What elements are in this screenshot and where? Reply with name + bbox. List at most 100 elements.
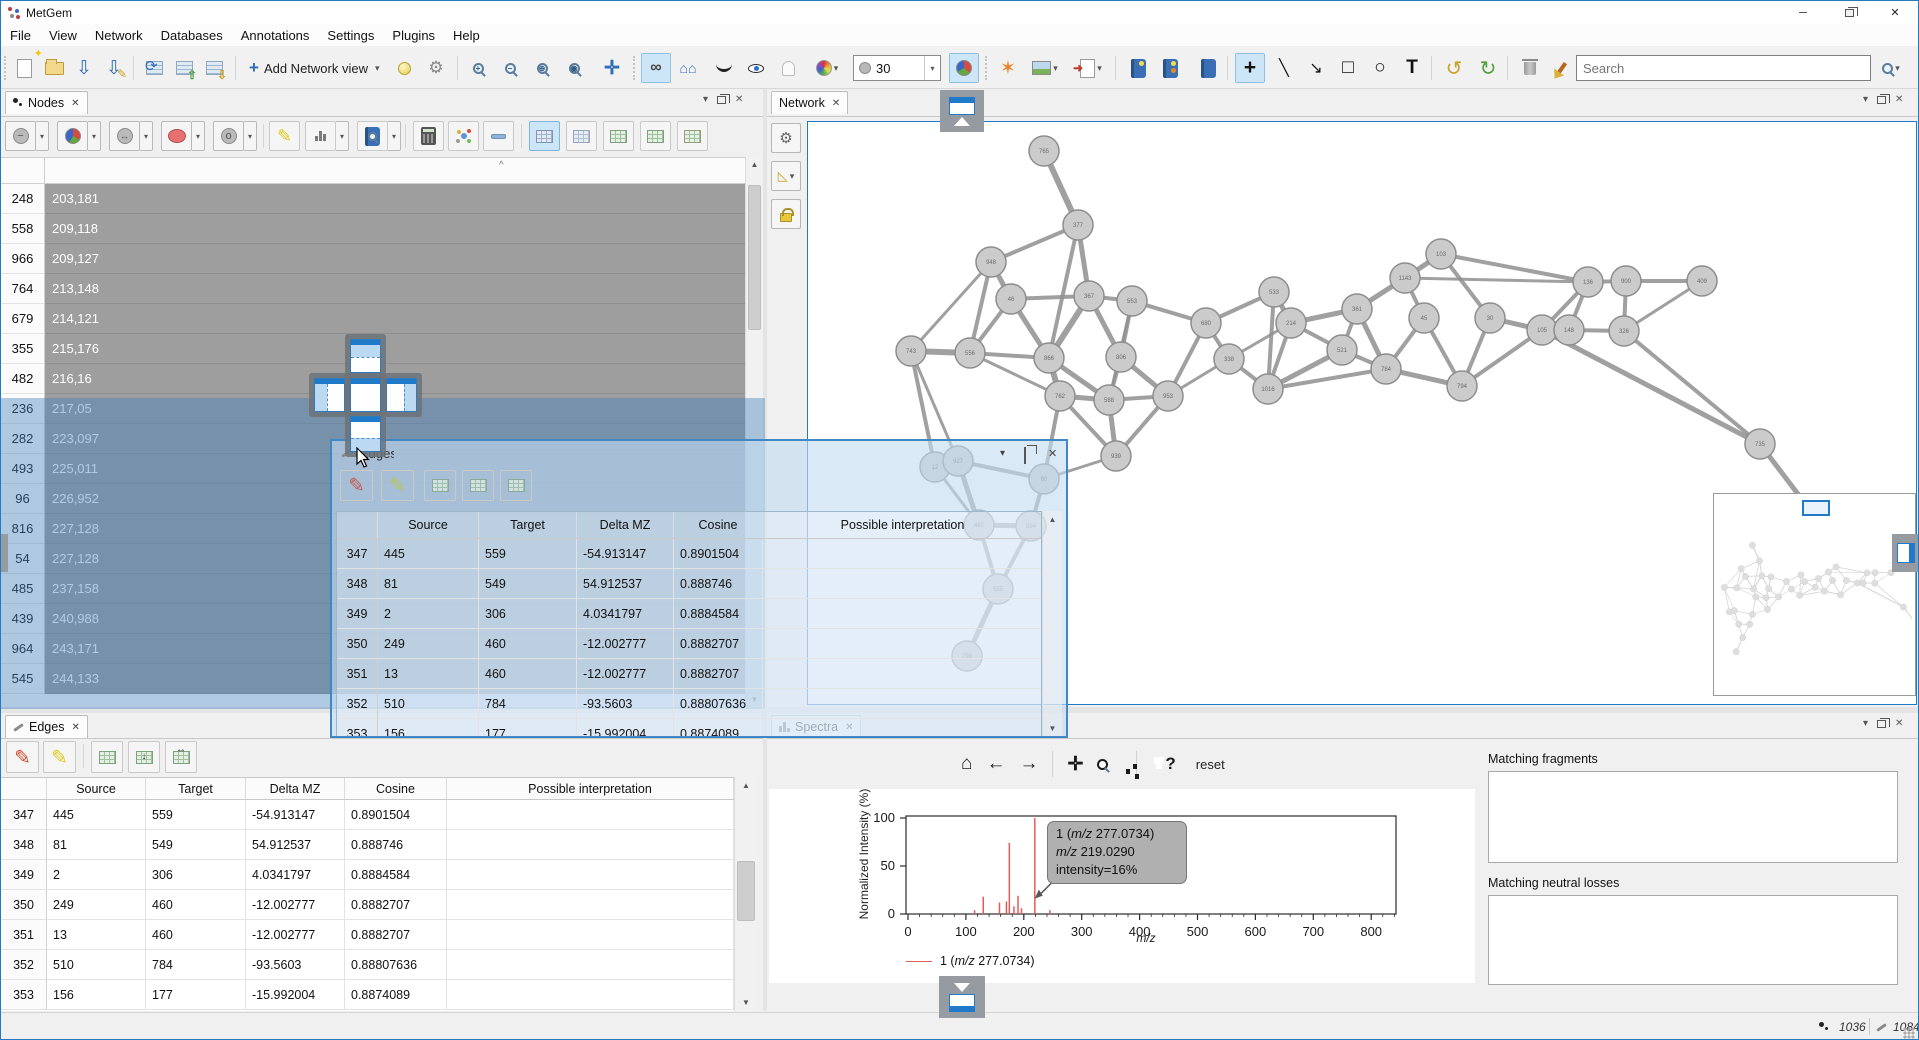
dock-indicator-bottom[interactable] [939, 976, 985, 1018]
refresh-data-button[interactable]: ⟳ [139, 53, 169, 83]
calculator-button[interactable] [413, 121, 444, 151]
edge-yellow-pen-button[interactable]: ✎ [381, 470, 414, 501]
highlighter-button[interactable]: ✎ [269, 121, 300, 151]
undo-button[interactable]: ↺ [1439, 53, 1469, 83]
column-header[interactable]: Cosine [345, 778, 447, 799]
zoom-selection-button[interactable]: ◉ [559, 53, 589, 83]
column-header[interactable]: Source [47, 778, 146, 799]
dock-menu-icon[interactable]: ▾ [1000, 448, 1005, 459]
move-tool-button[interactable]: + [1235, 53, 1265, 83]
color-nodes-button[interactable]: ▾ [807, 53, 847, 83]
table-row[interactable]: 347445559-54.9131470.8901504 [1, 800, 734, 830]
search-button[interactable]: ▾ [1878, 55, 1904, 81]
ellipse-tool-button[interactable]: ○ [1365, 53, 1395, 83]
export-report-button[interactable]: ➜▾ [1071, 53, 1111, 83]
table-row[interactable]: 350249460-12.0027770.8882707 [337, 629, 1041, 659]
column-header[interactable]: Delta MZ [246, 778, 345, 799]
table-row[interactable]: 679214,121 [1, 304, 745, 334]
pie-chart-toggle[interactable] [949, 53, 979, 83]
table-view-selected-button[interactable] [566, 121, 597, 151]
search-input[interactable] [1576, 55, 1871, 81]
table-row[interactable]: 248203,181 [1, 184, 745, 214]
table-row[interactable]: 558209,118 [1, 214, 745, 244]
table-export-button[interactable] [677, 121, 708, 151]
menu-plugins[interactable]: Plugins [383, 26, 444, 45]
table-row[interactable]: 353156177-15.9920040.8874089 [1, 980, 734, 1010]
dock-close-icon[interactable]: ✕ [735, 94, 743, 105]
table-row[interactable]: 347445559-54.9131470.8901504 [337, 539, 1041, 569]
dock-close-icon[interactable]: ✕ [1048, 447, 1057, 460]
database-download-button[interactable] [1193, 53, 1223, 83]
matching-neutral-losses-box[interactable] [1488, 895, 1898, 985]
dock-menu-icon[interactable]: ▾ [1863, 718, 1868, 729]
dock-target-center[interactable] [350, 378, 381, 412]
home-icon[interactable]: ⌂ [961, 753, 972, 775]
edge-table-fit-button[interactable] [500, 470, 532, 501]
link-selection-toggle[interactable]: ∞ [641, 53, 671, 83]
import-group-mapping-button[interactable]: ⇩ [199, 53, 229, 83]
table-row[interactable]: 353156177-15.9920040.8874089 [337, 719, 1041, 737]
node-color-reset-button[interactable]: − [5, 121, 36, 151]
edge-table-fit-button[interactable]: ↔ [165, 741, 197, 773]
column-header[interactable]: Delta MZ [577, 512, 674, 538]
dock-target-left[interactable] [314, 378, 345, 412]
column-header[interactable]: Cosine [674, 512, 763, 538]
tab-close-icon[interactable]: ✕ [832, 98, 840, 109]
edges-table-scrollbar[interactable]: ▲ ▼ [734, 777, 757, 1011]
floating-edges-window[interactable]: Edges ▾ ✕ ✎ ✎ SourceTargetDelta MZCosine… [330, 439, 1068, 738]
dock-float-icon[interactable] [1024, 447, 1026, 464]
dock-float-icon[interactable] [717, 96, 726, 104]
cluster-button[interactable] [448, 121, 479, 151]
dock-float-icon[interactable] [1877, 96, 1886, 104]
edge-red-pen-button[interactable]: ✎ [6, 741, 39, 773]
pan-icon[interactable]: ✛ [1067, 753, 1083, 776]
ghost-mode-button[interactable] [773, 53, 803, 83]
clear-button[interactable] [1547, 53, 1577, 83]
node-size-map-button[interactable]: ↔ [109, 121, 140, 151]
column-header[interactable]: Target [146, 778, 246, 799]
menu-settings[interactable]: Settings [318, 26, 383, 45]
table-row[interactable]: 352510784-93.56030.88807636 [337, 689, 1041, 719]
process-button[interactable] [389, 53, 419, 83]
tab-close-icon[interactable]: ✕ [71, 722, 79, 733]
new-project-button[interactable]: ✦ [9, 53, 39, 83]
table-fit-columns-button[interactable] [640, 121, 671, 151]
node-pie-button[interactable] [57, 121, 88, 151]
edges-table[interactable]: SourceTargetDelta MZCosinePossible inter… [1, 777, 734, 1011]
dropdown-arrow-icon[interactable]: ▾ [388, 121, 401, 151]
tab-nodes[interactable]: Nodes ✕ [5, 91, 88, 114]
dock-indicator-right[interactable] [1892, 534, 1919, 572]
edge-table-view-button[interactable] [91, 741, 123, 773]
dock-menu-icon[interactable]: ▾ [1863, 94, 1868, 105]
column-header[interactable]: Possible interpretation [763, 512, 1042, 538]
zoom-reset-button[interactable]: ⊕ [527, 53, 557, 83]
table-row[interactable]: 966209,127 [1, 244, 745, 274]
dock-target-top[interactable] [350, 339, 381, 373]
menu-network[interactable]: Network [86, 26, 152, 45]
nodes-table-header[interactable]: ^ [1, 158, 745, 184]
dropdown-arrow-icon[interactable]: ▾ [88, 121, 101, 151]
table-view-all-button[interactable] [529, 121, 560, 151]
zoom-icon[interactable] [1097, 759, 1108, 770]
dock-indicator-top[interactable] [940, 90, 984, 132]
fullscreen-button[interactable]: ✛ [597, 53, 627, 83]
menu-help[interactable]: Help [444, 26, 489, 45]
dropdown-arrow-icon[interactable]: ▾ [140, 121, 153, 151]
table-row[interactable]: 35113460-12.0027770.8882707 [1, 920, 734, 950]
matching-fragments-box[interactable] [1488, 771, 1898, 863]
edges-table[interactable]: SourceTargetDelta MZCosinePossible inter… [336, 511, 1042, 737]
open-project-button[interactable] [39, 53, 69, 83]
minimize-button[interactable]: ─ [1780, 1, 1826, 24]
table-row[interactable]: 352510784-93.56030.88807636 [1, 950, 734, 980]
table-row[interactable]: 3488154954.9125370.888746 [1, 830, 734, 860]
table-row[interactable]: 34923064.03417970.8884584 [1, 860, 734, 890]
network-minimap[interactable] [1713, 493, 1916, 696]
edge-table-rows-button[interactable] [462, 470, 494, 501]
help-icon[interactable]: ? [1165, 754, 1175, 774]
edge-table-view-button[interactable] [424, 470, 456, 501]
edge-table-rows-button[interactable]: ↓ [128, 741, 160, 773]
dock-close-icon[interactable]: ✕ [1895, 718, 1903, 729]
table-view-filtered-button[interactable] [603, 121, 634, 151]
resize-grip[interactable] [1903, 1027, 1915, 1039]
substract-button[interactable] [483, 121, 514, 151]
